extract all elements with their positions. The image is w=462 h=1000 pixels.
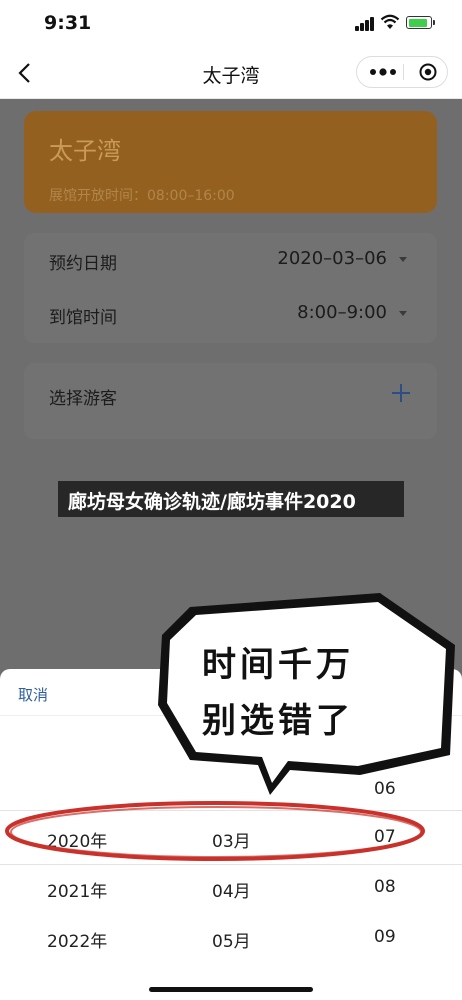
picker-year[interactable]: 2022年 [47,927,107,952]
venue-card: 太子湾 展馆开放时间：08:00–16:00 [24,111,437,213]
time-value: 8:00–9:00 [297,302,387,323]
guest-selector[interactable]: 选择游客 [24,363,437,439]
miniprogram-capsule [356,56,448,88]
picker-year[interactable]: 2021年 [47,877,107,902]
caption-text: 廊坊母女确诊轨迹/廊坊事件2020 [68,491,356,513]
cancel-button[interactable]: 取消 [18,684,48,705]
picker-month[interactable]: 04月 [212,877,251,902]
time-label: 到馆时间 [49,308,117,328]
time-row[interactable]: 到馆时间 8:00–9:00 [24,287,437,341]
battery-icon [406,16,435,29]
status-bar: 9:31 [0,0,462,48]
picker-day[interactable]: 09 [374,927,396,947]
chevron-down-icon [399,257,407,262]
page-content: 太子湾 展馆开放时间：08:00–16:00 预约日期 2020–03–06 到… [0,99,462,669]
highlight-ring [5,801,425,861]
bubble-line-2: 别选错了 [202,701,354,741]
capsule-divider [403,64,404,80]
guest-label: 选择游客 [49,389,117,409]
more-icon[interactable] [367,57,399,87]
speech-bubble: 时间千万 别选错了 [150,585,462,805]
picker-day[interactable]: 08 [374,877,396,897]
bubble-line-1: 时间千万 [202,645,354,685]
date-row[interactable]: 预约日期 2020–03–06 [24,233,437,287]
chevron-down-icon [399,311,407,316]
nav-bar: 太子湾 [0,48,462,99]
close-miniprogram-icon[interactable] [419,63,437,81]
wifi-icon [380,14,400,29]
caption-banner: 廊坊母女确诊轨迹/廊坊事件2020 [58,481,404,517]
add-guest-icon[interactable] [390,382,412,404]
venue-name: 太子湾 [49,137,121,165]
signal-icon [355,17,375,31]
picker-month[interactable]: 05月 [212,927,251,952]
date-value: 2020–03–06 [277,248,387,269]
status-time: 9:31 [44,12,92,34]
booking-form: 预约日期 2020–03–06 到馆时间 8:00–9:00 [24,233,437,343]
home-indicator [149,987,313,992]
date-label: 预约日期 [49,254,117,274]
venue-hours: 展馆开放时间：08:00–16:00 [49,188,235,204]
